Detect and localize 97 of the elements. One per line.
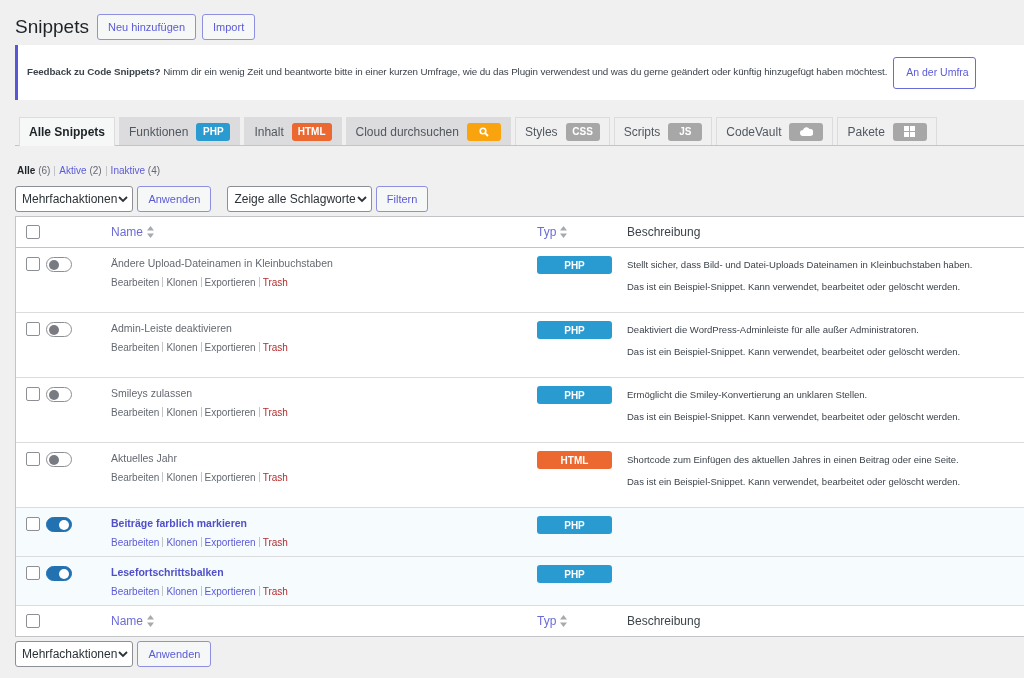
header-button[interactable]: Neu hinzufügen — [96, 14, 196, 40]
header-button[interactable]: Import — [202, 14, 256, 40]
row-action-link[interactable]: Trash — [262, 534, 288, 550]
row-action-link[interactable]: Klonen — [166, 469, 198, 485]
toggle-switch[interactable] — [46, 387, 72, 402]
row-action-link[interactable]: Bearbeiten — [111, 274, 160, 290]
row-action-link[interactable]: Exportieren — [204, 583, 256, 599]
column-header: Beschreibung — [627, 613, 701, 630]
column-header[interactable]: Typ — [537, 223, 557, 241]
column-header[interactable]: Name — [111, 223, 143, 241]
sort-icon — [147, 226, 154, 238]
row-action-link[interactable]: Klonen — [166, 274, 198, 290]
checkbox[interactable] — [26, 566, 40, 580]
snippet-name[interactable]: Ändere Upload-Dateinamen in Kleinbuchstaben — [111, 256, 522, 272]
checkbox[interactable] — [26, 452, 40, 466]
tab[interactable]: Inhalt HTML — [244, 117, 342, 145]
filter-button[interactable]: Filtern — [375, 186, 429, 212]
tab[interactable]: Styles CSS — [514, 117, 610, 145]
row-action-link[interactable]: Trash — [262, 339, 288, 355]
view-filter-link[interactable]: Aktive (2) — [59, 163, 102, 178]
description-text: Das ist ein Beispiel-Snippet. Kann verwendet, bearbeitet oder gelöscht werden. — [627, 410, 962, 425]
toggle-switch[interactable] — [46, 322, 72, 337]
row-action-link[interactable]: Exportieren — [204, 534, 256, 550]
checkbox[interactable] — [26, 225, 40, 239]
sort-icon — [560, 226, 568, 238]
type-badge: CSS — [565, 122, 600, 141]
description-text: Ermöglicht die Smiley-Konvertierung an unklaren Stellen. — [627, 388, 869, 402]
description-text: Das ist ein Beispiel-Snippet. Kann verwendet, bearbeitet oder gelöscht werden. — [627, 475, 962, 490]
dropdown[interactable]: Zeige alle Schlagworte — [227, 186, 372, 212]
tab[interactable]: Pakete — [837, 117, 937, 145]
type-badge: HTML — [291, 122, 332, 141]
row-action-link[interactable]: Trash — [262, 583, 288, 599]
type-badge: JS — [668, 122, 703, 141]
row-action-link[interactable]: Klonen — [166, 339, 198, 355]
toggle-switch[interactable] — [46, 566, 72, 581]
notice-text: Feedback zu Code Snippets? Nimm dir ein wenig Zeit und beantworte bitte in einer kurzen Umfrage, wie du das Plugin verwendest und was du gerne geändert oder künftig hinzugefügt haben möchtest. — [27, 65, 888, 80]
tab[interactable]: Funktionen PHP — [119, 117, 241, 145]
type-badge: PHP — [537, 321, 612, 339]
row-action-link[interactable]: Exportieren — [204, 274, 256, 290]
apply-button[interactable]: Anwenden — [137, 641, 212, 667]
checkbox[interactable] — [26, 257, 40, 271]
tab[interactable]: Cloud durchsuchen — [345, 117, 511, 145]
row-action-link[interactable]: Trash — [262, 274, 288, 290]
checkbox[interactable] — [26, 322, 40, 336]
chevron-down-icon — [118, 650, 129, 658]
chevron-down-icon — [118, 195, 129, 203]
page-title: Snippets — [15, 14, 89, 39]
description-text: Deaktiviert die WordPress-Adminleiste für alle außer Administratoren. — [627, 323, 920, 337]
row-action-link[interactable]: Trash — [262, 404, 288, 420]
row-action-link[interactable]: Bearbeiten — [111, 339, 160, 355]
type-badge: PHP — [537, 256, 612, 274]
view-filter-link[interactable]: Alle (6) — [17, 163, 51, 178]
survey-button[interactable]: An der Umfra — [893, 56, 976, 89]
dropdown[interactable]: Mehrfachaktionen — [15, 186, 134, 212]
checkbox[interactable] — [26, 517, 40, 531]
row-action-link[interactable]: Exportieren — [204, 339, 256, 355]
row-action-link[interactable]: Bearbeiten — [111, 534, 160, 550]
column-header: Beschreibung — [627, 224, 701, 241]
snippet-name[interactable]: Lesefortschrittsbalken — [111, 565, 522, 581]
description-text: Stellt sicher, dass Bild- und Datei-Uploads Dateinamen in Kleinbuchstaben haben. — [627, 258, 974, 272]
snippet-name[interactable]: Aktuelles Jahr — [111, 451, 522, 467]
toggle-switch[interactable] — [46, 517, 72, 532]
snippet-name[interactable]: Smileys zulassen — [111, 386, 522, 402]
view-filter-link[interactable]: Inaktive (4) — [110, 163, 161, 178]
row-action-link[interactable]: Klonen — [166, 583, 198, 599]
type-badge: PHP — [196, 122, 231, 141]
tab[interactable]: CodeVault — [716, 117, 834, 145]
dropdown[interactable]: Mehrfachaktionen — [15, 641, 134, 667]
description-text: Das ist ein Beispiel-Snippet. Kann verwendet, bearbeitet oder gelöscht werden. — [627, 280, 962, 295]
tab[interactable]: Scripts JS — [613, 117, 713, 145]
row-action-link[interactable]: Exportieren — [204, 404, 256, 420]
sort-icon — [147, 615, 154, 627]
toggle-switch[interactable] — [46, 452, 72, 467]
snippet-name[interactable]: Beiträge farblich markieren — [111, 516, 522, 532]
toggle-switch[interactable] — [46, 257, 72, 272]
checkbox[interactable] — [26, 387, 40, 401]
type-badge: HTML — [537, 451, 612, 469]
row-action-link[interactable]: Trash — [262, 469, 288, 485]
row-action-link[interactable]: Bearbeiten — [111, 583, 160, 599]
row-action-link[interactable]: Exportieren — [204, 469, 256, 485]
type-badge: PHP — [537, 565, 612, 583]
description-text: Shortcode zum Einfügen des aktuellen Jahres in einen Beitrag oder eine Seite. — [627, 453, 960, 467]
row-action-link[interactable]: Klonen — [166, 534, 198, 550]
column-header[interactable]: Name — [111, 612, 143, 630]
row-action-link[interactable]: Bearbeiten — [111, 469, 160, 485]
tab[interactable]: Alle Snippets — [19, 117, 115, 146]
row-action-link[interactable]: Klonen — [166, 404, 198, 420]
apply-button[interactable]: Anwenden — [137, 186, 212, 212]
description-text: Das ist ein Beispiel-Snippet. Kann verwendet, bearbeitet oder gelöscht werden. — [627, 345, 962, 360]
type-badge: PHP — [537, 516, 612, 534]
row-action-link[interactable]: Bearbeiten — [111, 404, 160, 420]
snippet-name[interactable]: Admin-Leiste deaktivieren — [111, 321, 522, 337]
type-badge: PHP — [537, 386, 612, 404]
column-header[interactable]: Typ — [537, 612, 557, 630]
chevron-down-icon — [356, 195, 367, 203]
checkbox[interactable] — [26, 614, 40, 628]
sort-icon — [560, 615, 568, 627]
